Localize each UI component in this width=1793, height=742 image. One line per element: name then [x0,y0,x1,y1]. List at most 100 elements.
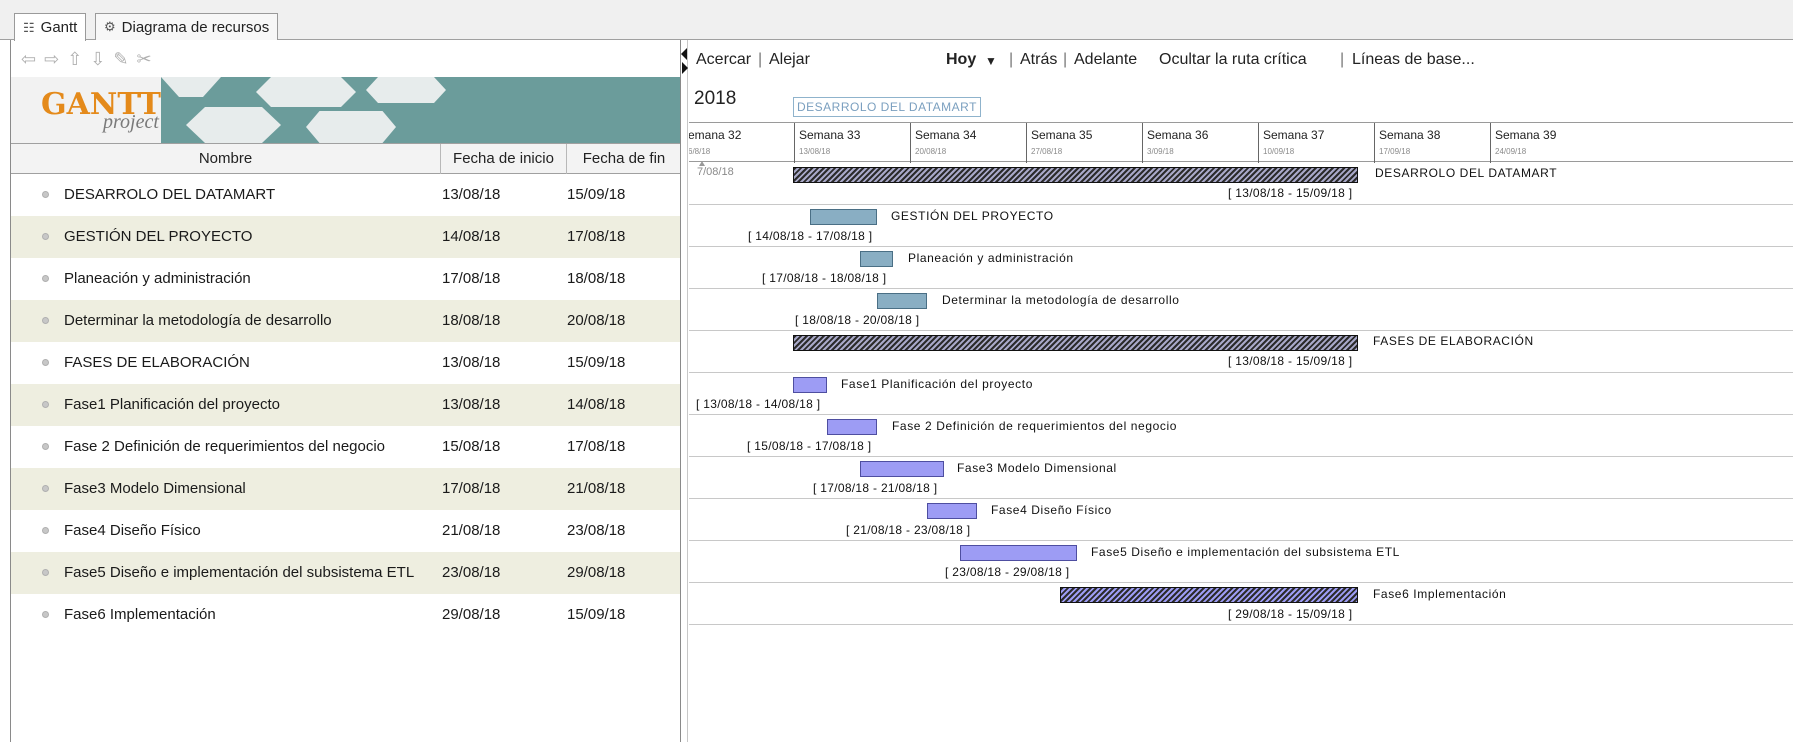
table-row[interactable]: Determinar la metodología de desarrollo … [11,300,681,342]
table-row[interactable]: FASES DE ELABORACIÓN 13/08/18 15/09/18 [11,342,681,384]
unlink-icon[interactable]: ✂ [136,49,151,70]
critical-path-link[interactable]: Ocultar la ruta crítica [1159,51,1307,69]
task-start: 13/08/18 [442,396,501,413]
week-column: Semana 34 20/08/18 [910,123,1026,163]
table-row[interactable]: Fase5 Diseño e implementación del subsis… [11,552,681,594]
separator: | [1063,51,1068,68]
task-bullet-icon [42,611,49,618]
table-row[interactable]: Fase 2 Definición de requerimientos del … [11,426,681,468]
chart-toolbar: Acercar | Alejar Hoy ▼ | Atrás | Adelant… [689,40,1793,80]
gantt-bar[interactable] [793,377,827,393]
today-button[interactable]: Hoy [946,51,976,69]
baselines-link[interactable]: Líneas de base... [1352,51,1475,69]
forward-link[interactable]: Adelante [1074,51,1137,69]
header-end[interactable]: Fecha de fin [567,144,681,174]
task-start: 13/08/18 [442,186,501,203]
bar-label: DESARROLO DEL DATAMART [1375,166,1558,180]
gantt-bar[interactable] [810,209,877,225]
task-bullet-icon [42,569,49,576]
task-start: 15/08/18 [442,438,501,455]
arrow-down-icon[interactable]: ⇩ [90,49,105,70]
week-label: Semana 38 [1379,128,1441,142]
task-end: 20/08/18 [567,312,626,329]
separator: | [1340,51,1345,68]
week-column: emana 32 6/8/18 [689,123,794,163]
week-label: Semana 34 [915,128,977,142]
task-start: 29/08/18 [442,606,501,623]
table-header: Nombre Fecha de inicio Fecha de fin [11,143,681,174]
tab-resources[interactable]: ⚙ Diagrama de recursos [95,13,279,40]
table-row[interactable]: Fase1 Planificación del proyecto 13/08/1… [11,384,681,426]
arrow-right-icon[interactable]: ⇨ [44,49,59,70]
gantt-bar[interactable] [927,503,977,519]
logo-sub: project [103,111,159,133]
week-label: Semana 33 [799,128,861,142]
task-end: 23/08/18 [567,522,626,539]
chevron-down-icon[interactable]: ▼ [985,54,997,68]
gantt-row: Fase1 Planificación del proyecto [ 13/08… [689,373,1793,415]
header-name[interactable]: Nombre [11,144,441,174]
table-row[interactable]: Fase6 Implementación 29/08/18 15/09/18 [11,594,681,636]
gantt-bar[interactable] [860,461,944,477]
gantt-row: Fase6 Implementación [ 29/08/18 - 15/09/… [689,583,1793,625]
arrow-up-icon[interactable]: ⇧ [67,49,82,70]
zoom-in-link[interactable]: Acercar [696,51,751,69]
week-label: Semana 35 [1031,128,1093,142]
bar-range: [ 23/08/18 - 29/08/18 ] [945,565,1070,579]
bar-range: [ 15/08/18 - 17/08/18 ] [747,439,872,453]
arrow-left-icon[interactable]: ⇦ [21,49,36,70]
link-icon[interactable]: ✎ [113,49,128,70]
collapse-right-icon[interactable] [682,62,688,74]
task-bullet-icon [42,275,49,282]
task-name: Fase 2 Definición de requerimientos del … [64,438,386,455]
zoom-out-link[interactable]: Alejar [769,51,810,69]
bar-label: Fase6 Implementación [1373,587,1507,601]
logo-banner: GANTT project [11,77,681,143]
table-row[interactable]: GESTIÓN DEL PROYECTO 14/08/18 17/08/18 [11,216,681,258]
task-bullet-icon [42,317,49,324]
resources-icon: ⚙ [104,19,116,34]
back-link[interactable]: Atrás [1020,51,1057,69]
task-start: 23/08/18 [442,564,501,581]
week-date: 10/09/18 [1263,147,1295,156]
bar-range: [ 14/08/18 - 17/08/18 ] [748,229,873,243]
gantt-chart-panel: Acercar | Alejar Hoy ▼ | Atrás | Adelant… [689,40,1793,742]
bar-label: Fase 2 Definición de requerimientos del … [892,419,1178,433]
gantt-row: Determinar la metodología de desarrollo … [689,289,1793,331]
bar-label: FASES DE ELABORACIÓN [1373,334,1534,348]
bar-range: [ 17/08/18 - 18/08/18 ] [762,271,887,285]
table-row[interactable]: Fase3 Modelo Dimensional 17/08/18 21/08/… [11,468,681,510]
bar-label: GESTIÓN DEL PROYECTO [891,209,1054,223]
table-row[interactable]: DESARROLO DEL DATAMART 13/08/18 15/09/18 [11,174,681,216]
panel-splitter[interactable] [680,40,688,742]
gantt-icon: ☷ [23,19,35,35]
task-start: 13/08/18 [442,354,501,371]
bar-range: [ 29/08/18 - 15/09/18 ] [1228,607,1353,621]
gantt-row: Fase3 Modelo Dimensional [ 17/08/18 - 21… [689,457,1793,499]
gantt-bar[interactable] [793,167,1358,183]
bar-range: [ 18/08/18 - 20/08/18 ] [795,313,920,327]
table-row[interactable]: Fase4 Diseño Físico 21/08/18 23/08/18 [11,510,681,552]
task-bullet-icon [42,485,49,492]
gantt-row: DESARROLO DEL DATAMART [ 13/08/18 - 15/0… [689,163,1793,205]
task-bullet-icon [42,401,49,408]
week-date: 6/8/18 [689,147,711,156]
header-start[interactable]: Fecha de inicio [441,144,567,174]
table-row[interactable]: Planeación y administración 17/08/18 18/… [11,258,681,300]
gantt-bar[interactable] [827,419,877,435]
gantt-bar[interactable] [793,335,1358,351]
gantt-bar[interactable] [860,251,893,267]
gantt-bar[interactable] [1060,587,1358,603]
week-column: Semana 38 17/09/18 [1374,123,1490,163]
week-label: Semana 37 [1263,128,1325,142]
tab-gantt[interactable]: ☷ Gantt [14,13,87,41]
gantt-bar[interactable] [877,293,927,309]
gantt-bar[interactable] [960,545,1077,561]
week-label: Semana 36 [1147,128,1209,142]
task-bullet-icon [42,359,49,366]
collapse-left-icon[interactable] [681,48,687,60]
week-date: 20/08/18 [915,147,947,156]
week-label: emana 32 [689,128,742,142]
task-end: 15/09/18 [567,354,626,371]
gantt-row: GESTIÓN DEL PROYECTO [ 14/08/18 - 17/08/… [689,205,1793,247]
